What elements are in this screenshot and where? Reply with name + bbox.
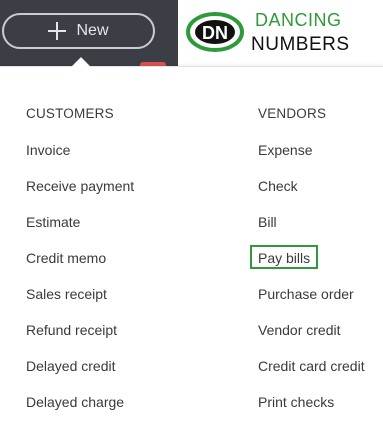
customers-header: CUSTOMERS xyxy=(26,106,114,121)
menu-item-delayed-charge[interactable]: Delayed charge xyxy=(26,392,134,412)
menu-item-receive-payment[interactable]: Receive payment xyxy=(26,176,134,196)
menu-item-credit-memo[interactable]: Credit memo xyxy=(26,248,134,268)
vendors-header: VENDORS xyxy=(258,106,327,121)
menu-item-purchase-order[interactable]: Purchase order xyxy=(258,284,365,304)
menu-item-sales-receipt[interactable]: Sales receipt xyxy=(26,284,134,304)
top-navigation-bar: New xyxy=(0,0,178,66)
customers-column: CUSTOMERS Invoice Receive payment Estima… xyxy=(26,104,134,428)
dropdown-caret xyxy=(72,58,90,67)
menu-item-delayed-credit[interactable]: Delayed credit xyxy=(26,356,134,376)
logo-text-dancing: DANCING xyxy=(255,10,342,30)
menu-item-check[interactable]: Check xyxy=(258,176,365,196)
menu-item-expense[interactable]: Expense xyxy=(258,140,365,160)
svg-text:DN: DN xyxy=(202,23,228,43)
pay-bills-highlight xyxy=(250,245,318,269)
watermark-logo: DN DANCING NUMBERS xyxy=(178,0,383,66)
menu-item-estimate[interactable]: Estimate xyxy=(26,212,134,232)
new-button[interactable]: New xyxy=(2,13,155,49)
plus-icon xyxy=(48,22,67,40)
menu-item-bill[interactable]: Bill xyxy=(258,212,365,232)
logo-text-numbers: NUMBERS xyxy=(251,34,350,55)
menu-item-vendor-credit[interactable]: Vendor credit xyxy=(258,320,365,340)
menu-item-credit-card-credit[interactable]: Credit card credit xyxy=(258,356,365,376)
new-button-label: New xyxy=(76,22,109,39)
menu-item-invoice[interactable]: Invoice xyxy=(26,140,134,160)
dancing-numbers-logo-icon: DN xyxy=(186,12,244,52)
menu-item-refund-receipt[interactable]: Refund receipt xyxy=(26,320,134,340)
menu-item-print-checks[interactable]: Print checks xyxy=(258,392,365,412)
